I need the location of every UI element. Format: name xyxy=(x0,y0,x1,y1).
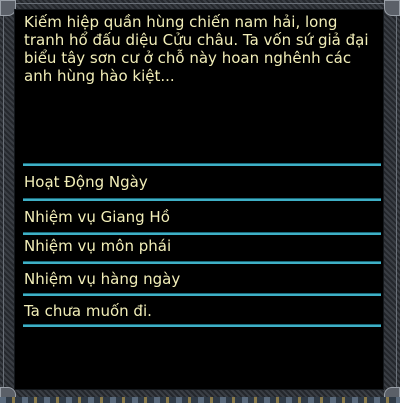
npc-dialog-text: Kiếm hiệp quần hùng chiến nam hải, long … xyxy=(24,13,369,85)
dialog-frame: Kiếm hiệp quần hùng chiến nam hải, long … xyxy=(0,0,400,403)
option-divider xyxy=(23,163,381,166)
option-daily-activity[interactable]: Hoạt Động Ngày xyxy=(23,167,381,198)
option-leave[interactable]: Ta chưa muốn đi. xyxy=(23,296,381,327)
option-divider xyxy=(23,324,381,327)
option-divider xyxy=(23,198,381,201)
frame-corner-ornament xyxy=(384,0,400,16)
npc-dialog-panel: Kiếm hiệp quần hùng chiến nam hải, long … xyxy=(14,9,384,390)
option-daily-quest[interactable]: Nhiệm vụ hàng ngày xyxy=(23,264,381,295)
option-giang-ho-quest[interactable]: Nhiệm vụ Giang Hồ xyxy=(23,202,381,233)
hud-bottom-strip xyxy=(0,397,400,403)
option-sect-quest[interactable]: Nhiệm vụ môn phái xyxy=(23,231,381,262)
